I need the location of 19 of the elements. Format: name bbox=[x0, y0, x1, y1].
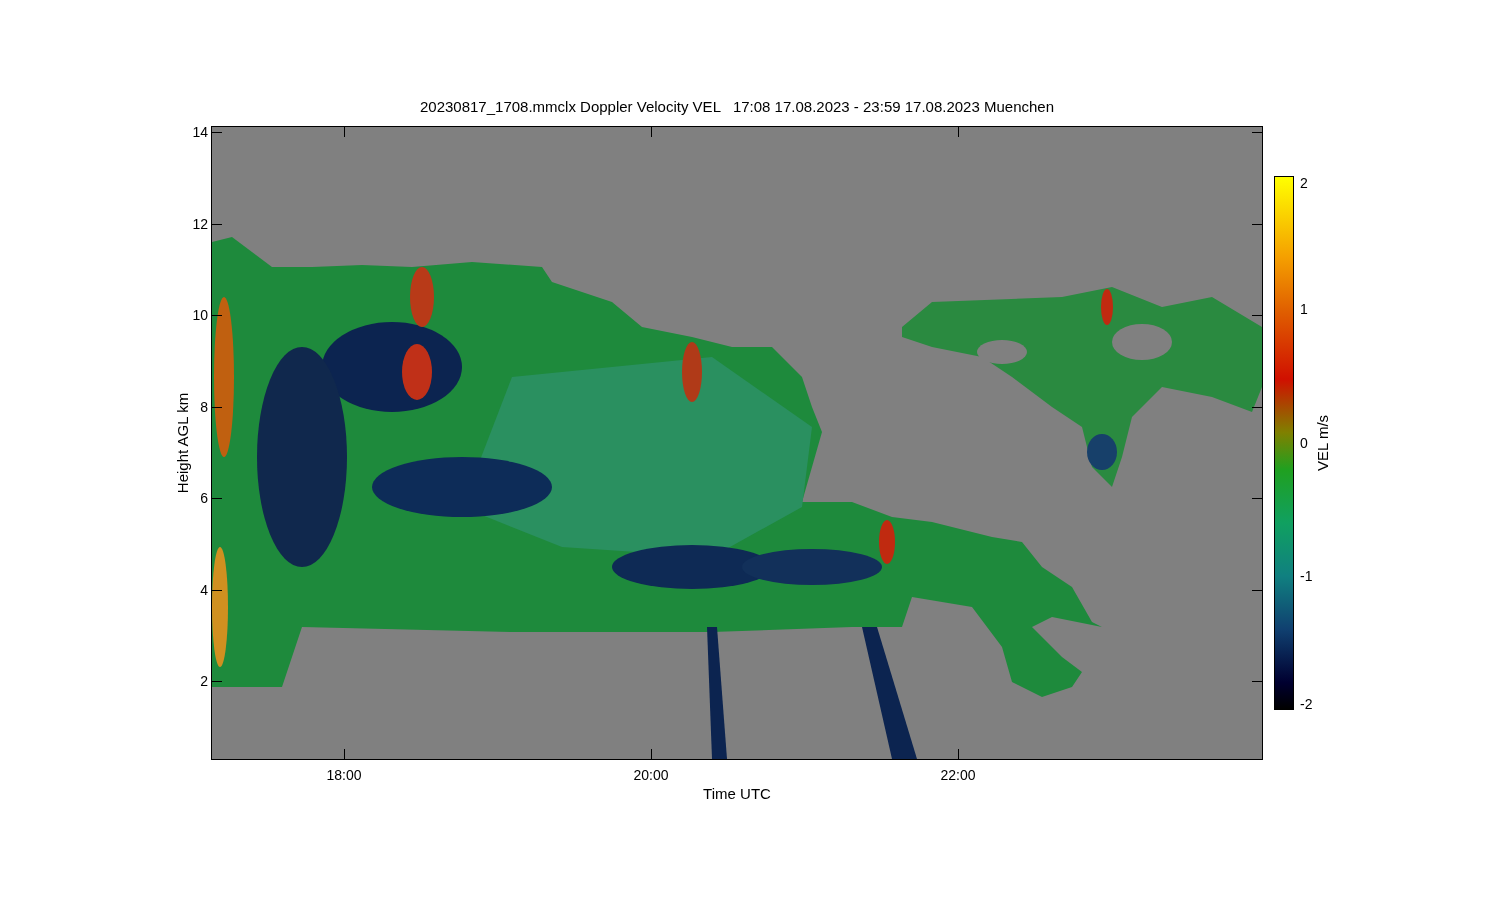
y-tick-label: 14 bbox=[192, 124, 208, 140]
colorbar-tick-label: -1 bbox=[1300, 567, 1313, 584]
y-tick-label: 6 bbox=[200, 490, 208, 506]
y-tick-label: 2 bbox=[200, 673, 208, 689]
x-tick-label: 22:00 bbox=[940, 767, 976, 783]
y-tick-label: 8 bbox=[200, 398, 208, 415]
x-tick-label: 18:00 bbox=[326, 767, 362, 783]
colorbar-tick-label: 0 bbox=[1300, 434, 1308, 451]
y-tick-label: 12 bbox=[192, 215, 208, 232]
y-axis-label: Height AGL km bbox=[173, 392, 191, 494]
y-tick-label: 10 bbox=[192, 307, 208, 323]
colorbar-tick-label: -2 bbox=[1300, 696, 1313, 712]
colorbar-label: VEL m/s bbox=[1313, 414, 1331, 472]
x-tick-label: 20:00 bbox=[633, 767, 669, 783]
plot-title: 20230817_1708.mmclx Doppler Velocity VEL 17:08 17.08.2023 - 23:59 17.08.2023 Muenchen bbox=[418, 97, 1056, 117]
x-axis-label: Time UTC bbox=[703, 785, 771, 802]
colorbar-tick-label: 1 bbox=[1300, 301, 1308, 318]
colorbar-tick-label: 2 bbox=[1300, 175, 1308, 191]
y-tick-label: 4 bbox=[200, 581, 208, 598]
